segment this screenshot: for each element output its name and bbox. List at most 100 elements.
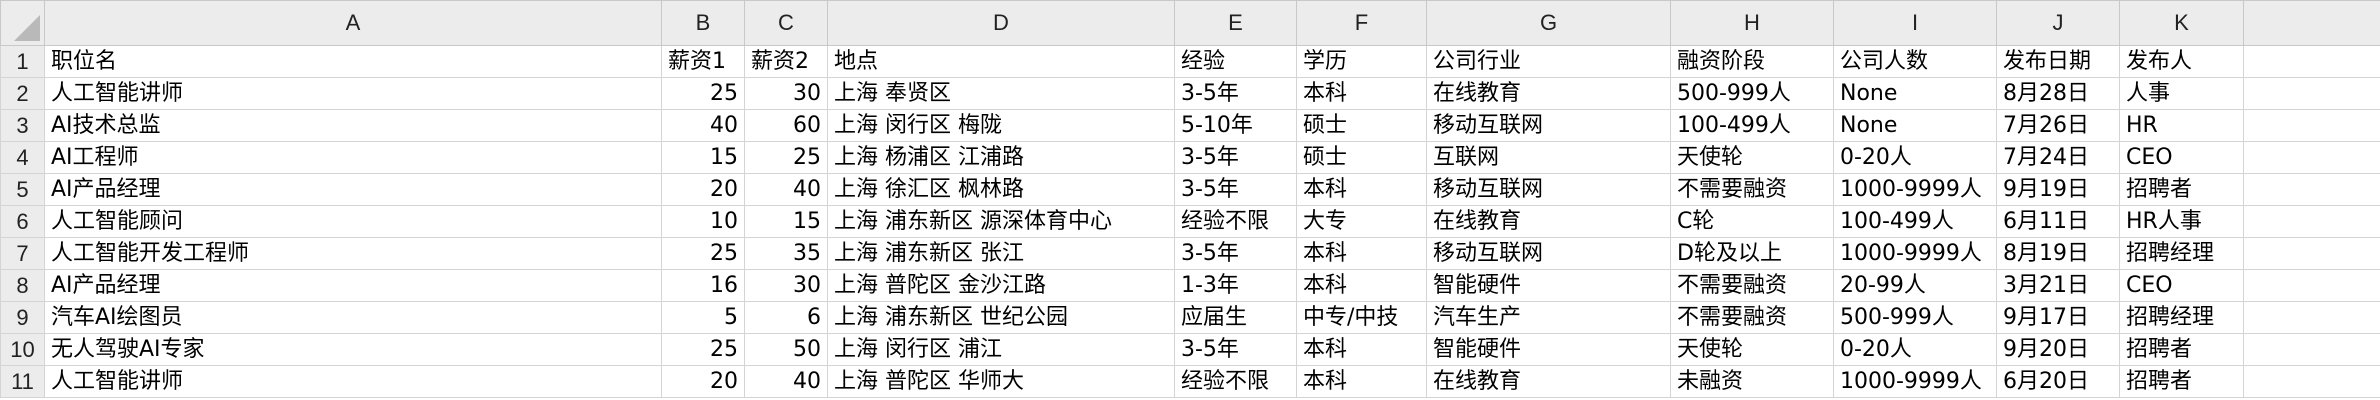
cell-h5[interactable]: 不需要融资 bbox=[1670, 173, 1834, 206]
cell-b7[interactable]: 25 bbox=[661, 237, 745, 270]
cell-e1[interactable]: 经验 bbox=[1174, 45, 1297, 78]
cell-j9[interactable]: 9月17日 bbox=[1996, 301, 2120, 334]
column-header-f[interactable]: F bbox=[1296, 0, 1427, 46]
cell-k2[interactable]: 人事 bbox=[2119, 77, 2244, 110]
cell-empty[interactable] bbox=[2243, 205, 2380, 238]
cell-d9[interactable]: 上海 浦东新区 世纪公园 bbox=[827, 301, 1175, 334]
cell-f9[interactable]: 中专/中技 bbox=[1296, 301, 1427, 334]
cell-j1[interactable]: 发布日期 bbox=[1996, 45, 2120, 78]
cell-g6[interactable]: 在线教育 bbox=[1426, 205, 1671, 238]
cell-h8[interactable]: 不需要融资 bbox=[1670, 269, 1834, 302]
cell-c10[interactable]: 50 bbox=[744, 333, 828, 366]
cell-b5[interactable]: 20 bbox=[661, 173, 745, 206]
cell-c1[interactable]: 薪资2 bbox=[744, 45, 828, 78]
cell-k7[interactable]: 招聘经理 bbox=[2119, 237, 2244, 270]
cell-empty[interactable] bbox=[2243, 301, 2380, 334]
cell-i9[interactable]: 500-999人 bbox=[1833, 301, 1997, 334]
cell-g11[interactable]: 在线教育 bbox=[1426, 365, 1671, 398]
cell-h7[interactable]: D轮及以上 bbox=[1670, 237, 1834, 270]
cell-k10[interactable]: 招聘者 bbox=[2119, 333, 2244, 366]
cell-a2[interactable]: 人工智能讲师 bbox=[44, 77, 662, 110]
cell-empty[interactable] bbox=[2243, 77, 2380, 110]
cell-c11[interactable]: 40 bbox=[744, 365, 828, 398]
cell-f5[interactable]: 本科 bbox=[1296, 173, 1427, 206]
row-header[interactable]: 2 bbox=[0, 77, 45, 110]
cell-table[interactable]: ABCDEFGHIJK 1 职位名 薪资1 薪资2 地点 经验 学历 公司行业 融资阶段 公司人数… bbox=[0, 0, 2380, 398]
cell-b4[interactable]: 15 bbox=[661, 141, 745, 174]
cell-empty[interactable] bbox=[2243, 109, 2380, 142]
cell-f6[interactable]: 大专 bbox=[1296, 205, 1427, 238]
cell-h2[interactable]: 500-999人 bbox=[1670, 77, 1834, 110]
cell-k9[interactable]: 招聘经理 bbox=[2119, 301, 2244, 334]
cell-j4[interactable]: 7月24日 bbox=[1996, 141, 2120, 174]
cell-g5[interactable]: 移动互联网 bbox=[1426, 173, 1671, 206]
cell-g4[interactable]: 互联网 bbox=[1426, 141, 1671, 174]
row-header[interactable]: 8 bbox=[0, 269, 45, 302]
cell-i6[interactable]: 100-499人 bbox=[1833, 205, 1997, 238]
column-header-c[interactable]: C bbox=[744, 0, 828, 46]
cell-c5[interactable]: 40 bbox=[744, 173, 828, 206]
cell-c8[interactable]: 30 bbox=[744, 269, 828, 302]
cell-empty[interactable] bbox=[2243, 365, 2380, 398]
cell-i7[interactable]: 1000-9999人 bbox=[1833, 237, 1997, 270]
cell-i5[interactable]: 1000-9999人 bbox=[1833, 173, 1997, 206]
cell-g2[interactable]: 在线教育 bbox=[1426, 77, 1671, 110]
column-header-g[interactable]: G bbox=[1426, 0, 1671, 46]
cell-d5[interactable]: 上海 徐汇区 枫林路 bbox=[827, 173, 1175, 206]
cell-j2[interactable]: 8月28日 bbox=[1996, 77, 2120, 110]
cell-j10[interactable]: 9月20日 bbox=[1996, 333, 2120, 366]
cell-f7[interactable]: 本科 bbox=[1296, 237, 1427, 270]
cell-g3[interactable]: 移动互联网 bbox=[1426, 109, 1671, 142]
cell-d3[interactable]: 上海 闵行区 梅陇 bbox=[827, 109, 1175, 142]
cell-a10[interactable]: 无人驾驶AI专家 bbox=[44, 333, 662, 366]
cell-e8[interactable]: 1-3年 bbox=[1174, 269, 1297, 302]
cell-c7[interactable]: 35 bbox=[744, 237, 828, 270]
column-header-i[interactable]: I bbox=[1833, 0, 1997, 46]
cell-j3[interactable]: 7月26日 bbox=[1996, 109, 2120, 142]
cell-k11[interactable]: 招聘者 bbox=[2119, 365, 2244, 398]
cell-a3[interactable]: AI技术总监 bbox=[44, 109, 662, 142]
cell-b11[interactable]: 20 bbox=[661, 365, 745, 398]
cell-e3[interactable]: 5-10年 bbox=[1174, 109, 1297, 142]
cell-k1[interactable]: 发布人 bbox=[2119, 45, 2244, 78]
cell-k5[interactable]: 招聘者 bbox=[2119, 173, 2244, 206]
cell-b10[interactable]: 25 bbox=[661, 333, 745, 366]
cell-d2[interactable]: 上海 奉贤区 bbox=[827, 77, 1175, 110]
cell-i11[interactable]: 1000-9999人 bbox=[1833, 365, 1997, 398]
cell-a7[interactable]: 人工智能开发工程师 bbox=[44, 237, 662, 270]
cell-g1[interactable]: 公司行业 bbox=[1426, 45, 1671, 78]
cell-empty[interactable] bbox=[2243, 237, 2380, 270]
cell-k8[interactable]: CEO bbox=[2119, 269, 2244, 302]
cell-b2[interactable]: 25 bbox=[661, 77, 745, 110]
cell-e10[interactable]: 3-5年 bbox=[1174, 333, 1297, 366]
cell-e5[interactable]: 3-5年 bbox=[1174, 173, 1297, 206]
cell-d8[interactable]: 上海 普陀区 金沙江路 bbox=[827, 269, 1175, 302]
cell-empty[interactable] bbox=[2243, 269, 2380, 302]
column-header-a[interactable]: A bbox=[44, 0, 662, 46]
cell-empty[interactable] bbox=[2243, 173, 2380, 206]
cell-f2[interactable]: 本科 bbox=[1296, 77, 1427, 110]
cell-d6[interactable]: 上海 浦东新区 源深体育中心 bbox=[827, 205, 1175, 238]
column-header-d[interactable]: D bbox=[827, 0, 1175, 46]
cell-e2[interactable]: 3-5年 bbox=[1174, 77, 1297, 110]
cell-a11[interactable]: 人工智能讲师 bbox=[44, 365, 662, 398]
cell-empty[interactable] bbox=[2243, 45, 2380, 78]
cell-j5[interactable]: 9月19日 bbox=[1996, 173, 2120, 206]
row-header[interactable]: 11 bbox=[0, 365, 45, 398]
row-header[interactable]: 4 bbox=[0, 141, 45, 174]
cell-h10[interactable]: 天使轮 bbox=[1670, 333, 1834, 366]
cell-c2[interactable]: 30 bbox=[744, 77, 828, 110]
cell-c6[interactable]: 15 bbox=[744, 205, 828, 238]
cell-b3[interactable]: 40 bbox=[661, 109, 745, 142]
cell-e9[interactable]: 应届生 bbox=[1174, 301, 1297, 334]
cell-j6[interactable]: 6月11日 bbox=[1996, 205, 2120, 238]
cell-d1[interactable]: 地点 bbox=[827, 45, 1175, 78]
cell-i1[interactable]: 公司人数 bbox=[1833, 45, 1997, 78]
cell-d7[interactable]: 上海 浦东新区 张江 bbox=[827, 237, 1175, 270]
cell-a4[interactable]: AI工程师 bbox=[44, 141, 662, 174]
column-header-j[interactable]: J bbox=[1996, 0, 2120, 46]
cell-b8[interactable]: 16 bbox=[661, 269, 745, 302]
cell-k4[interactable]: CEO bbox=[2119, 141, 2244, 174]
cell-e6[interactable]: 经验不限 bbox=[1174, 205, 1297, 238]
cell-empty[interactable] bbox=[2243, 141, 2380, 174]
